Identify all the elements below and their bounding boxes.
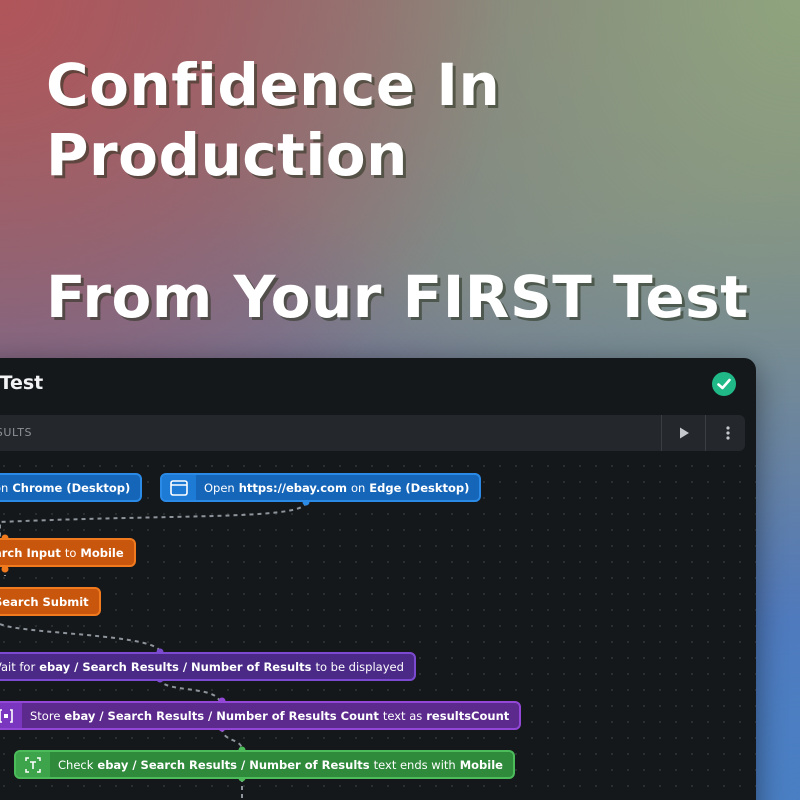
step-store-results-count[interactable]: Store ebay / Search Results / Number of … xyxy=(0,701,522,730)
play-icon[interactable] xyxy=(674,423,694,443)
test-title: e Test xyxy=(0,372,44,394)
step-text: Open xyxy=(204,480,235,495)
headline: Confidence In Production From Your FIRST… xyxy=(46,50,748,332)
browser-window-icon xyxy=(162,475,196,500)
step-text: on xyxy=(0,480,9,495)
step-element: arch Input xyxy=(0,545,61,560)
step-element: ebay / Search Results / Number of Result… xyxy=(64,708,379,723)
headline-spacer xyxy=(46,190,748,262)
step-text: on xyxy=(350,480,366,495)
toolbar: RESULTS xyxy=(0,415,745,451)
step-text: to xyxy=(64,545,77,560)
step-value: Mobile xyxy=(459,757,503,772)
headline-line-1: Confidence In xyxy=(46,51,501,119)
flow-connectors xyxy=(0,498,310,800)
toolbar-divider xyxy=(661,415,662,451)
toolbar-divider xyxy=(705,415,706,451)
step-element: ebay / Search Results / Number of Result… xyxy=(97,757,370,772)
step-element: Search Submit xyxy=(0,594,89,609)
step-target: Chrome (Desktop) xyxy=(12,480,131,495)
step-text: to be displayed xyxy=(315,659,404,674)
step-text: Check xyxy=(58,757,94,772)
store-variable-icon xyxy=(0,703,22,728)
step-text: text ends with xyxy=(373,757,456,772)
step-text: Store xyxy=(30,708,61,723)
step-value: Mobile xyxy=(80,545,124,560)
step-target: Edge (Desktop) xyxy=(369,480,470,495)
text-check-icon xyxy=(16,752,50,777)
step-wait-for-results[interactable]: Vait for ebay / Search Results / Number … xyxy=(0,652,416,681)
step-type-search-input[interactable]: arch Input to Mobile xyxy=(0,538,136,567)
step-url: https://ebay.com xyxy=(238,480,347,495)
step-element: ebay / Search Results / Number of Result… xyxy=(39,659,312,674)
step-click-search-submit[interactable]: Search Submit xyxy=(0,587,101,616)
step-check-results-text[interactable]: Check ebay / Search Results / Number of … xyxy=(14,750,515,779)
more-vertical-icon[interactable] xyxy=(718,423,738,443)
step-text: text as xyxy=(382,708,423,723)
headline-line-3: From Your FIRST Test xyxy=(46,263,749,331)
step-text: Vait for xyxy=(0,659,36,674)
headline-line-2: Production xyxy=(46,121,408,189)
tab-results[interactable]: RESULTS xyxy=(0,426,32,439)
step-open-edge[interactable]: Open https://ebay.com on Edge (Desktop) xyxy=(160,473,482,502)
check-badge-icon xyxy=(712,372,736,396)
step-open-chrome[interactable]: on Chrome (Desktop) xyxy=(0,473,143,502)
step-variable: resultsCount xyxy=(426,708,510,723)
test-editor-window: e Test RESULTS xyxy=(0,358,756,800)
flow-canvas[interactable]: on Chrome (Desktop) Open https://ebay.co… xyxy=(0,458,756,800)
